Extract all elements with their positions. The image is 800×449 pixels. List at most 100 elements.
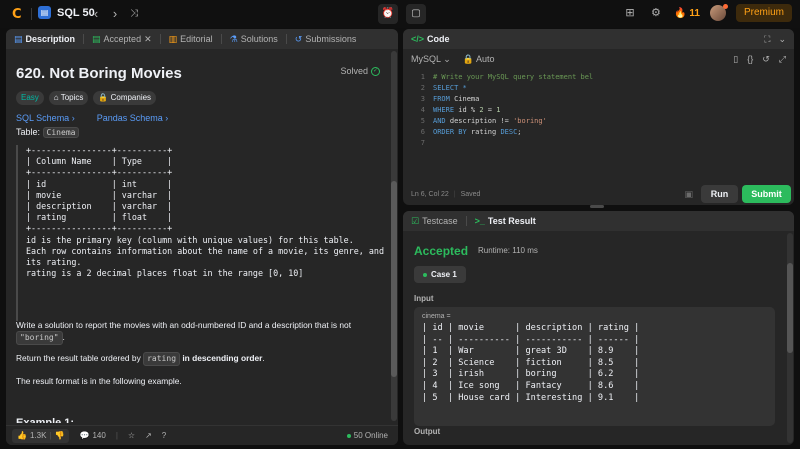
tab-submissions[interactable]: ↺ Submissions xyxy=(295,34,357,45)
code-tab[interactable]: </> Code xyxy=(411,34,450,44)
help-icon[interactable]: ? xyxy=(162,431,166,440)
schema-links: SQL Schema › Pandas Schema › xyxy=(16,113,168,123)
tab-label: Description xyxy=(25,34,76,44)
expand-icon[interactable]: ⤢ xyxy=(779,54,786,65)
book-icon: ▥ xyxy=(168,33,178,44)
shuffle-icon: ⤨ xyxy=(130,8,138,19)
auto-mode-toggle[interactable]: 🔒 Auto xyxy=(463,54,495,65)
tab-description[interactable]: ▤ Description xyxy=(14,34,75,45)
notes-button[interactable]: ▢ xyxy=(406,4,426,24)
solved-label: Solved xyxy=(340,66,368,76)
tab-test-result[interactable]: >_ Test Result xyxy=(475,216,536,226)
layout-button[interactable]: ⊞ xyxy=(622,5,638,21)
random-problem-button[interactable]: ⤨ xyxy=(126,6,142,22)
code-line: # Write your MySQL query statement bel xyxy=(433,73,594,81)
chevron-left-icon: ‹ xyxy=(93,6,99,21)
previous-problem-button[interactable]: ‹ xyxy=(88,6,104,22)
divider xyxy=(31,8,32,20)
code-header-actions: ⛶ ⌄ xyxy=(764,34,786,45)
tab-solutions[interactable]: ⚗ Solutions xyxy=(230,34,278,45)
panel-resize-handle[interactable] xyxy=(590,205,604,208)
topics-tag[interactable]: ⌂ Topics xyxy=(48,91,89,105)
run-button[interactable]: Run xyxy=(701,185,738,203)
ordering-instruction: Return the result table ordered by ratin… xyxy=(16,352,382,366)
code-editor[interactable]: 1 # Write your MySQL query statement bel… xyxy=(403,69,794,179)
comments-button[interactable]: 💬 140 xyxy=(79,431,105,440)
streak-count: 11 xyxy=(689,7,700,19)
bookmark-icon[interactable]: ▯ xyxy=(733,54,738,65)
terminal-icon: >_ xyxy=(474,216,485,226)
boring-code: "boring" xyxy=(16,331,63,345)
avatar[interactable] xyxy=(709,4,728,21)
description-scrollbar[interactable] xyxy=(391,51,397,421)
statement-punctuation: . xyxy=(62,332,65,342)
share-icon[interactable]: ↗ xyxy=(145,431,152,440)
comment-count: 140 xyxy=(92,431,106,440)
format-braces-icon[interactable]: {} xyxy=(747,54,753,65)
maximize-icon[interactable]: ⛶ xyxy=(764,34,770,45)
submit-button[interactable]: Submit xyxy=(742,185,791,203)
description-footer: 👍 1.3K | 👎 💬 140 | ☆ ↗ ? 50 Online xyxy=(6,425,398,445)
case-1-tab[interactable]: Case 1 xyxy=(414,266,466,283)
like-dislike-group: 👍 1.3K | 👎 xyxy=(12,428,70,443)
tab-divider xyxy=(220,34,222,44)
description-tab-bar: ▤ Description ▤ Accepted ✕ ▥ Editorial ⚗… xyxy=(6,29,398,49)
thumbs-down-icon[interactable]: 👎 xyxy=(55,431,65,440)
leetcode-logo[interactable]: Ⅽ xyxy=(12,7,26,21)
tab-label: Testcase xyxy=(422,216,458,226)
code-line: AND description != 'boring' xyxy=(433,117,547,125)
code-header: </> Code ⛶ ⌄ xyxy=(403,29,794,49)
tab-divider xyxy=(83,34,85,44)
premium-button[interactable]: Premium xyxy=(735,4,792,22)
settings-button[interactable]: ⚙ xyxy=(648,5,664,21)
scrollbar-thumb[interactable] xyxy=(391,181,397,377)
grid-layout-icon: ⊞ xyxy=(625,7,635,19)
problem-title[interactable]: 620. Not Boring Movies xyxy=(16,65,182,82)
console-icon[interactable]: ▣ xyxy=(684,189,693,200)
statement-text: Write a solution to report the movies wi… xyxy=(16,320,352,330)
timer-button[interactable]: ⏰ xyxy=(378,4,398,24)
test-result-panel: ☑ Testcase >_ Test Result Accepted Runti… xyxy=(403,211,794,445)
input-box: cinema = | id | movie | description | ra… xyxy=(414,307,775,426)
code-line: FROM Cinema xyxy=(433,95,480,103)
input-heading: Input xyxy=(414,294,434,303)
problem-list-button[interactable]: ▤ SQL 50 xyxy=(38,6,95,19)
close-icon[interactable]: ✕ xyxy=(144,34,152,45)
tab-label: Solutions xyxy=(240,34,278,44)
thumbs-up-icon[interactable]: 👍 xyxy=(17,431,27,440)
chevron-down-icon: ⌄ xyxy=(443,53,451,64)
tab-label: Accepted xyxy=(103,34,142,44)
line-number: 3 xyxy=(420,95,425,103)
code-line: SELECT * xyxy=(433,84,467,92)
editor-toolbar-right: ▯ {} ↺ ⤢ xyxy=(733,54,786,65)
next-problem-button[interactable]: › xyxy=(107,6,123,22)
saved-status: Saved xyxy=(460,190,481,198)
reset-icon[interactable]: ↺ xyxy=(762,54,770,65)
chevron-right-icon: › xyxy=(112,6,118,21)
result-scrollbar[interactable] xyxy=(787,233,793,443)
tab-editorial[interactable]: ▥ Editorial xyxy=(169,34,213,45)
runtime-label: Runtime: 110 ms xyxy=(478,246,538,255)
history-icon: ↺ xyxy=(294,33,303,44)
document-icon: ▤ xyxy=(14,33,23,44)
tab-divider xyxy=(285,34,287,44)
pandas-schema-link[interactable]: Pandas Schema › xyxy=(97,113,169,123)
gear-icon: ⚙ xyxy=(651,7,661,19)
lock-icon: 🔒 xyxy=(462,53,474,64)
sql-schema-link[interactable]: SQL Schema › xyxy=(16,113,75,123)
companies-tag[interactable]: 🔒 Companies xyxy=(93,91,157,105)
tab-testcase[interactable]: ☑ Testcase xyxy=(411,216,458,227)
star-icon[interactable]: ☆ xyxy=(128,431,135,440)
scrollbar-thumb[interactable] xyxy=(787,263,793,353)
editor-toolbar-left: MySQL ⌄ 🔒 Auto xyxy=(411,54,494,65)
input-variable-name: cinema = xyxy=(422,313,451,320)
like-count: 1.3K xyxy=(29,431,47,440)
language-selector[interactable]: MySQL ⌄ xyxy=(411,54,451,65)
line-number: 1 xyxy=(420,73,425,81)
online-label: 50 Online xyxy=(353,431,388,440)
collapse-icon[interactable]: ⌄ xyxy=(778,34,786,45)
streak-counter[interactable]: 🔥 11 xyxy=(674,8,700,19)
comment-icon: 💬 xyxy=(79,431,90,440)
divider: | xyxy=(453,190,456,198)
tab-accepted[interactable]: ▤ Accepted ✕ xyxy=(92,34,152,45)
